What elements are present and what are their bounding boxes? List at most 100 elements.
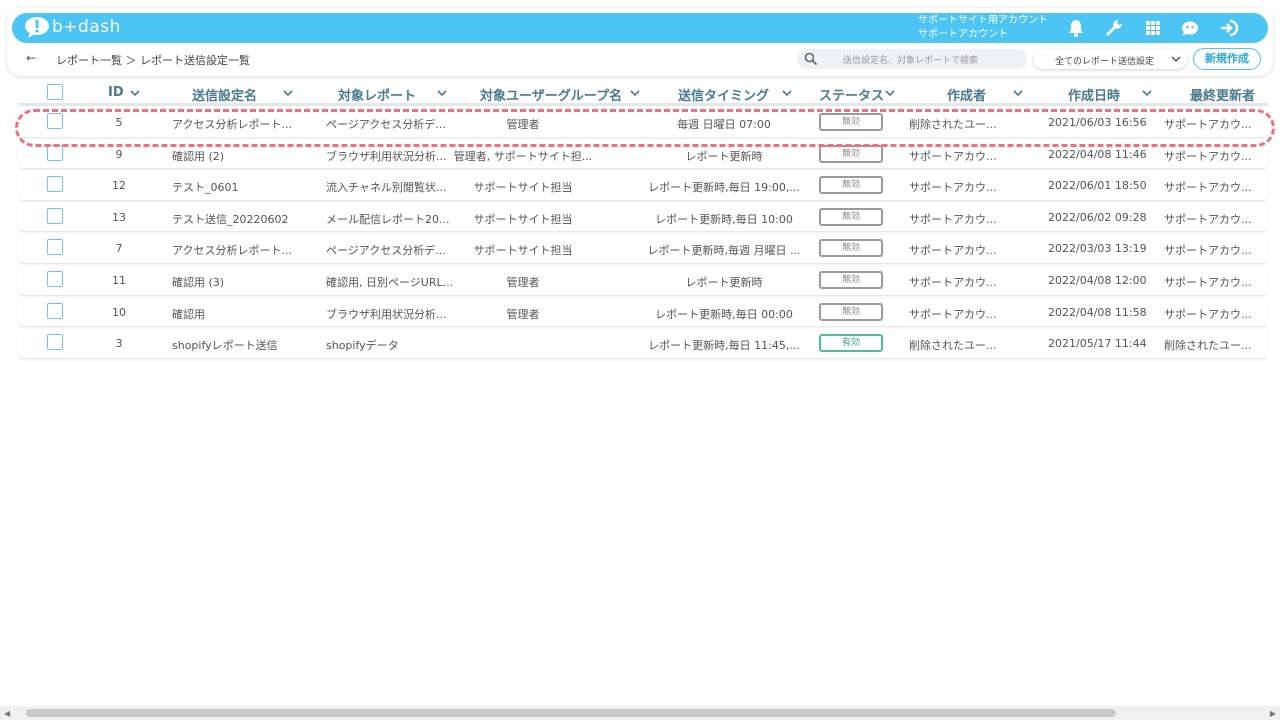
cell-creator: サポートアカウ...	[909, 307, 997, 321]
logo[interactable]: b+dash	[24, 16, 121, 38]
row-checkbox[interactable]	[47, 113, 63, 129]
table-row[interactable]: 10 確認用 ブラウザ利用状況分析... 管理者 レポート更新時,毎日 00:00 無効 サ…	[18, 296, 1268, 328]
row-checkbox[interactable]	[47, 239, 63, 256]
cell-report: ブラウザ利用状況分析...	[326, 149, 447, 163]
row-checkbox[interactable]	[47, 144, 63, 161]
cell-created: 2022/03/03 13:19	[1048, 242, 1147, 256]
cell-creator: 削除されたユー...	[909, 118, 997, 131]
status-badge: 無効	[819, 144, 883, 163]
chevron-down-icon[interactable]	[630, 89, 640, 97]
cell-id: 9	[115, 147, 123, 161]
cell-group: サポートサイト担当	[473, 244, 573, 258]
support-chat-icon[interactable]	[1180, 18, 1200, 38]
cell-creator: サポートアカウ...	[909, 212, 997, 226]
breadcrumb[interactable]: レポート一覧 ＞ レポート送信設定一覧	[56, 52, 250, 68]
cell-timing: レポート更新時,毎日 10:00	[655, 212, 793, 226]
col-name[interactable]: 送信設定名	[192, 85, 257, 104]
cell-id: 12	[112, 179, 126, 193]
cell-report: shopifyデータ	[326, 339, 399, 353]
cell-timing: レポート更新時,毎日 00:00	[655, 307, 793, 321]
chevron-down-icon[interactable]	[782, 89, 792, 97]
chevron-down-icon[interactable]	[885, 89, 895, 97]
row-checkbox[interactable]	[47, 302, 63, 319]
bell-icon[interactable]	[1066, 18, 1086, 38]
chevron-down-icon[interactable]	[437, 89, 447, 97]
wrench-icon[interactable]	[1104, 18, 1124, 38]
cell-updater: サポートアカウ...	[1164, 181, 1252, 195]
col-id[interactable]: ID	[108, 85, 124, 100]
col-timing[interactable]: 送信タイミング	[678, 85, 769, 104]
scroll-right-icon[interactable]: ▶	[1270, 709, 1276, 718]
table-row[interactable]: 12 テスト_0601 流入チャネル別閲覧状... サポートサイト担当 レポート更新時,…	[18, 169, 1268, 201]
chevron-down-icon[interactable]	[1142, 89, 1152, 97]
cell-timing: レポート更新時,毎週 月曜日 ...	[647, 244, 801, 258]
chevron-down-icon[interactable]	[130, 89, 140, 97]
chevron-down-icon[interactable]	[1013, 89, 1023, 97]
col-group[interactable]: 対象ユーザーグループ名	[480, 85, 622, 104]
status-badge: 無効	[819, 176, 883, 195]
search-input[interactable]: 送信設定名、対象レポートで検索	[797, 49, 1027, 69]
row-checkbox[interactable]	[47, 176, 63, 193]
cell-id: 5	[115, 116, 123, 129]
cell-report: メール配信レポート20...	[326, 212, 450, 226]
scroll-left-icon[interactable]: ◀	[4, 709, 10, 718]
cell-name[interactable]: テスト_0601	[172, 179, 239, 195]
cell-report: ページアクセス分析デ...	[326, 244, 446, 258]
row-checkbox[interactable]	[47, 334, 63, 351]
cell-created: 2022/06/02 09:28	[1048, 210, 1147, 224]
cell-created: 2021/06/03 16:56	[1048, 116, 1147, 129]
table-header: ID 送信設定名 対象レポート 対象ユーザーグループ名 送信タイミング ステータ…	[18, 82, 1268, 106]
cell-name[interactable]: 確認用 (3)	[172, 274, 224, 290]
cell-group: 管理者	[506, 307, 540, 321]
table-row[interactable]: 7 アクセス分析レポート... ページアクセス分析デ... サポートサイト担当 レポート…	[18, 232, 1268, 264]
chevron-down-icon[interactable]	[283, 89, 293, 97]
table-row[interactable]: 11 確認用 (3) 確認用, 日別ページURL... 管理者 レポート更新時 無効 サポー…	[18, 264, 1268, 296]
select-all-checkbox[interactable]	[47, 84, 63, 100]
cell-group: サポートサイト担当	[473, 212, 573, 226]
cell-updater: 削除されたユー...	[1164, 339, 1252, 353]
cell-creator: サポートアカウ...	[909, 149, 997, 163]
cell-updater: サポートアカウ...	[1164, 275, 1252, 289]
cell-updater: サポートアカウ...	[1164, 244, 1252, 258]
new-create-button[interactable]: 新規作成	[1193, 48, 1261, 70]
cell-group: サポートサイト担当	[473, 181, 573, 195]
cell-name[interactable]: shopifyレポート送信	[172, 337, 278, 353]
chevron-down-icon	[1171, 56, 1181, 63]
cell-creator: サポートアカウ...	[909, 275, 997, 289]
cell-id: 7	[115, 242, 123, 256]
account-info[interactable]: サポートサイト用アカウント サポートアカウント	[918, 14, 1048, 42]
table-row[interactable]: 5 アクセス分析レポート... ページアクセス分析デ... 管理者 毎週 日曜日 07:…	[18, 106, 1268, 138]
scrollbar-thumb[interactable]	[26, 709, 1116, 717]
cell-name[interactable]: テスト送信_20220602	[172, 211, 289, 227]
cell-name[interactable]: アクセス分析レポート...	[172, 242, 292, 258]
col-status[interactable]: ステータス	[819, 85, 884, 104]
horizontal-scrollbar[interactable]: ◀ ▶	[0, 706, 1280, 720]
status-badge: 無効	[819, 207, 883, 226]
cell-report: ページアクセス分析デ...	[326, 118, 446, 131]
account-user-name: サポートアカウント	[918, 29, 1008, 40]
cell-name[interactable]: アクセス分析レポート...	[172, 116, 292, 132]
table-row[interactable]: 9 確認用 (2) ブラウザ利用状況分析... 管理者, サポートサイト担... レポー…	[18, 138, 1268, 170]
status-badge: 無効	[819, 302, 883, 321]
cell-timing: レポート更新時,毎日 11:45,...	[648, 339, 800, 353]
col-created[interactable]: 作成日時	[1068, 85, 1120, 104]
logout-icon[interactable]	[1219, 18, 1239, 38]
logo-text: b+dash	[52, 17, 121, 37]
cell-creator: 削除されたユー...	[909, 339, 997, 353]
cell-name[interactable]: 確認用	[172, 306, 205, 322]
table-row[interactable]: 13 テスト送信_20220602 メール配信レポート20... サポートサイト担当 レ…	[18, 201, 1268, 233]
grid-icon[interactable]	[1143, 18, 1163, 38]
row-checkbox[interactable]	[47, 207, 63, 224]
top-bar: b+dash サポートサイト用アカウント サポートアカウント	[12, 13, 1268, 43]
filter-select[interactable]: 全てのレポート送信設定	[1033, 49, 1187, 69]
col-updater[interactable]: 最終更新者	[1190, 85, 1255, 104]
status-badge: 無効	[819, 270, 883, 289]
cell-created: 2021/05/17 11:44	[1048, 337, 1147, 351]
col-creator[interactable]: 作成者	[947, 85, 986, 104]
col-report[interactable]: 対象レポート	[338, 85, 416, 104]
cell-name[interactable]: 確認用 (2)	[172, 148, 224, 164]
row-checkbox[interactable]	[47, 270, 63, 287]
back-arrow-icon[interactable]: ←	[26, 51, 36, 65]
table-row[interactable]: 3 shopifyレポート送信 shopifyデータ レポート更新時,毎日 11:45…	[18, 327, 1268, 359]
cell-id: 3	[115, 337, 123, 351]
